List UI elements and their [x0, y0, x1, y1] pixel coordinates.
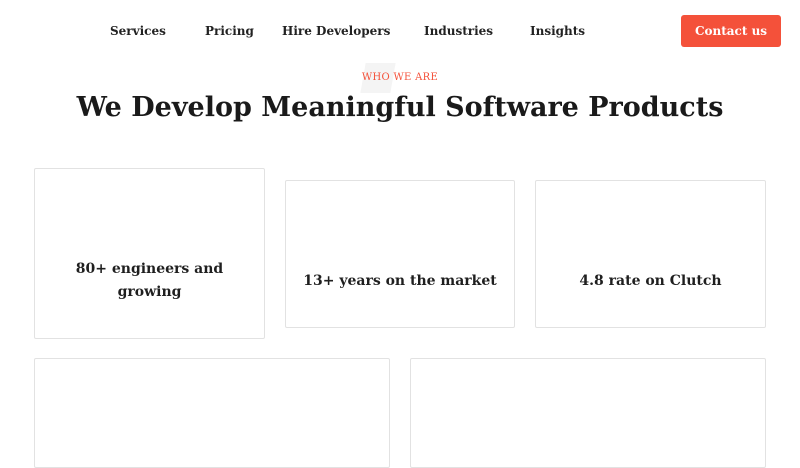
nav-item-insights[interactable]: Insights: [530, 22, 585, 40]
stat-card-engineers: 80+ engineers and growing: [34, 168, 265, 339]
section-eyebrow: WHO WE ARE: [361, 72, 439, 83]
nav-item-industries[interactable]: Industries: [424, 22, 493, 40]
section-title: We Develop Meaningful Software Products: [76, 92, 724, 123]
nav-item-hire-developers[interactable]: Hire Developers: [282, 22, 390, 40]
stat-card-empty-left: [34, 358, 390, 468]
stat-card-rating: 4.8 rate on Clutch: [535, 180, 766, 328]
contact-us-button[interactable]: Contact us: [681, 15, 781, 47]
stat-card-years: 13+ years on the market: [285, 180, 515, 328]
stat-card-label: 13+ years on the market: [303, 273, 497, 289]
stat-card-label: 80+ engineers and growing: [75, 261, 224, 300]
stat-card-label: 4.8 rate on Clutch: [579, 273, 722, 289]
nav-item-services[interactable]: Services: [110, 22, 166, 40]
stat-card-empty-right: [410, 358, 766, 468]
nav-item-pricing[interactable]: Pricing: [205, 22, 254, 40]
